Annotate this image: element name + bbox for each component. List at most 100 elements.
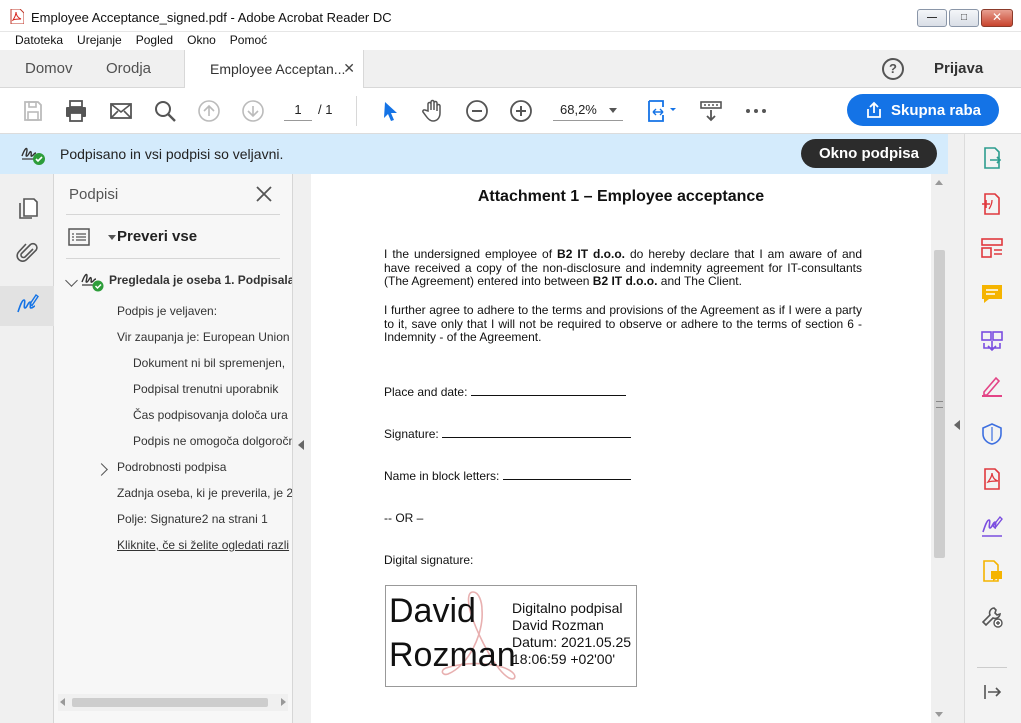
menu-help[interactable]: Pomoć: [230, 32, 267, 50]
share-button[interactable]: Skupna raba: [847, 94, 999, 126]
panel-horizontal-scrollbar[interactable]: [58, 694, 288, 711]
scroll-down-icon[interactable]: [935, 712, 943, 717]
compress-pdf-icon[interactable]: [980, 467, 1004, 491]
signature-tree-root[interactable]: Pregledala je oseba 1. Podpisala je: [109, 273, 292, 287]
create-pdf-icon[interactable]: [980, 192, 1004, 216]
document-viewport[interactable]: Attachment 1 – Employee acceptance I the…: [311, 174, 931, 723]
previous-page-icon[interactable]: [196, 98, 222, 124]
signature-valid-icon: [81, 273, 104, 292]
signature-status-message: Podpisano in vsi podpisi so veljavni.: [60, 146, 284, 162]
signature-panel-button[interactable]: Okno podpisa: [801, 139, 937, 168]
view-changes-link-text[interactable]: Kliknite, če si želite ogledati razli: [117, 538, 289, 552]
signature-tree-item[interactable]: Podpis je veljaven:: [117, 304, 217, 318]
protect-icon[interactable]: [980, 422, 1004, 446]
print-icon[interactable]: [63, 98, 89, 124]
digital-signature-box[interactable]: David Rozman Digitalno podpisal David Ro…: [385, 585, 637, 687]
select-cursor-icon[interactable]: [377, 98, 403, 124]
menu-edit[interactable]: Urejanje: [77, 32, 122, 50]
blank-line: [502, 470, 631, 480]
search-icon[interactable]: [152, 98, 178, 124]
sign-in-link[interactable]: Prijava: [934, 60, 983, 77]
sig-line: 18:06:59 +02'00': [512, 651, 616, 667]
tab-document[interactable]: Employee Acceptan... ✕: [184, 50, 364, 89]
edit-pdf-icon[interactable]: [980, 236, 1004, 260]
signature-tree-item[interactable]: Zadnja oseba, ki je preverila, je 2: [117, 486, 292, 500]
menu-view[interactable]: Pogled: [136, 32, 173, 50]
menu-bar: Datoteka Urejanje Pogled Okno Pomoć: [0, 32, 1021, 50]
email-icon[interactable]: [108, 98, 134, 124]
sig-line: David Rozman: [512, 617, 604, 633]
zoom-in-icon[interactable]: [508, 98, 534, 124]
close-tab-icon[interactable]: ✕: [343, 60, 355, 77]
scrollbar-thumb[interactable]: [72, 698, 268, 707]
collapse-right-pane-icon[interactable]: [980, 680, 1004, 704]
close-window-button[interactable]: ✕: [981, 9, 1013, 27]
signature-tree-item[interactable]: Polje: Signature2 na strani 1: [117, 512, 268, 526]
signature-details-item[interactable]: Podrobnosti podpisa: [117, 460, 226, 474]
pdf-page: Attachment 1 – Employee acceptance I the…: [311, 174, 931, 723]
maximize-button[interactable]: □: [949, 9, 979, 27]
minimize-button[interactable]: —: [917, 9, 947, 27]
page-total: / 1: [318, 102, 333, 117]
signer-name-first: David: [389, 592, 476, 630]
export-pdf-icon[interactable]: [980, 146, 1004, 170]
signature-tree-item[interactable]: Vir zaupanja je: European Union: [117, 330, 290, 344]
verify-all-row[interactable]: Preveri vse: [68, 226, 288, 250]
fill-sign-icon[interactable]: [980, 374, 1004, 398]
sig-line: Digitalno podpisal: [512, 600, 623, 616]
options-menu-icon[interactable]: [68, 228, 90, 246]
verify-all-button[interactable]: Preveri vse: [117, 228, 197, 245]
scroll-up-icon[interactable]: [935, 180, 943, 185]
acrobat-pdf-icon: [10, 9, 24, 24]
signatures-panel-title: Podpisi: [69, 186, 119, 203]
collapse-panel-strip[interactable]: [293, 174, 311, 723]
view-changes-link[interactable]: Kliknite, če si želite ogledati razli: [117, 538, 289, 552]
zoom-out-icon[interactable]: [464, 98, 490, 124]
panel-divider: [66, 258, 280, 259]
signer-name-last: Rozman: [389, 636, 516, 674]
scroll-left-icon[interactable]: [60, 698, 65, 706]
paragraph-2: I further agree to adhere to the terms a…: [384, 303, 862, 344]
menu-file[interactable]: Datoteka: [15, 32, 63, 50]
request-signature-icon[interactable]: [980, 514, 1004, 538]
close-panel-icon[interactable]: [254, 184, 274, 204]
page-thumbnails-icon[interactable]: [16, 196, 40, 220]
signature-tree-item[interactable]: Čas podpisovanja določa ura: [133, 408, 288, 422]
send-for-comments-icon[interactable]: [980, 559, 1004, 583]
signature-tree-item[interactable]: Podpisal trenutni uporabnik: [133, 382, 278, 396]
signature-tree-item[interactable]: Podpis ne omogoča dolgoročne: [133, 434, 292, 448]
paragraph-1: I the undersigned employee of B2 IT d.o.…: [384, 247, 862, 289]
save-icon[interactable]: [20, 98, 46, 124]
expand-left-icon[interactable]: [954, 420, 960, 430]
share-label: Skupna raba: [890, 101, 982, 119]
window-title: Employee Acceptance_signed.pdf - Adobe A…: [31, 10, 392, 25]
scroll-mode-icon[interactable]: [698, 98, 724, 124]
zoom-level-dropdown[interactable]: 68,2%: [553, 99, 623, 121]
combine-files-icon[interactable]: [980, 329, 1004, 353]
expand-tools-strip[interactable]: [952, 134, 964, 723]
chevron-right-icon[interactable]: [95, 463, 108, 476]
page-number-input[interactable]: 1: [284, 99, 312, 121]
more-options-icon[interactable]: [743, 98, 769, 124]
chevron-down-icon[interactable]: [108, 235, 116, 240]
comment-icon[interactable]: [980, 282, 1004, 306]
more-tools-icon[interactable]: [980, 605, 1004, 629]
next-page-icon[interactable]: [240, 98, 266, 124]
signature-tree-item[interactable]: Dokument ni bil spremenjen,: [133, 356, 285, 370]
place-date-field: Place and date:: [384, 385, 626, 399]
signature-status-bar: Podpisano in vsi podpisi so veljavni. Ok…: [0, 134, 952, 174]
signatures-icon[interactable]: [16, 292, 40, 316]
menu-window[interactable]: Okno: [187, 32, 216, 50]
tab-home[interactable]: Domov: [25, 60, 73, 77]
help-icon[interactable]: ?: [882, 58, 904, 80]
attachments-icon[interactable]: [16, 241, 40, 265]
page-fit-icon[interactable]: [643, 98, 679, 124]
document-vertical-scrollbar[interactable]: [931, 174, 948, 723]
chevron-down-icon[interactable]: [65, 274, 78, 287]
name-block-field: Name in block letters:: [384, 469, 631, 483]
collapse-left-icon[interactable]: [298, 440, 304, 450]
scroll-right-icon[interactable]: [281, 698, 286, 706]
signature-valid-icon: [21, 147, 45, 165]
tab-tools[interactable]: Orodja: [106, 60, 151, 77]
hand-tool-icon[interactable]: [420, 98, 446, 124]
